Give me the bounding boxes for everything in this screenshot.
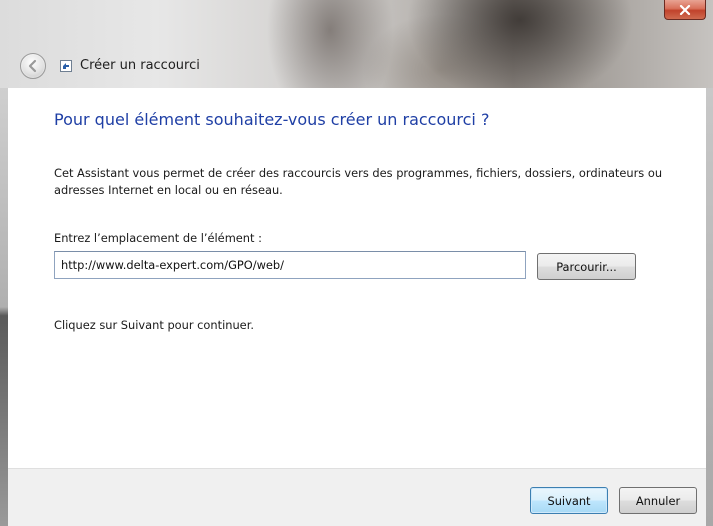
description-text: Cet Assistant vous permet de créer des r… [54,166,663,197]
back-button[interactable] [20,53,46,79]
shortcut-wizard-icon [60,60,72,72]
close-icon [679,4,691,15]
window-title: Créer un raccourci [80,58,200,73]
browse-button[interactable]: Parcourir... [537,253,636,280]
title-bar [0,0,713,88]
window-frame-left [0,88,8,526]
back-arrow-icon [28,59,37,73]
location-input[interactable] [54,251,526,279]
page-heading: Pour quel élément souhaitez-vous créer u… [54,110,490,129]
close-button[interactable] [664,0,706,20]
window-frame-right [706,88,713,526]
location-label: Entrez l’emplacement de l’élément : [54,231,262,245]
cancel-button[interactable]: Annuler [619,487,697,514]
continue-hint: Cliquez sur Suivant pour continuer. [54,318,254,332]
next-button[interactable]: Suivant [530,487,608,514]
